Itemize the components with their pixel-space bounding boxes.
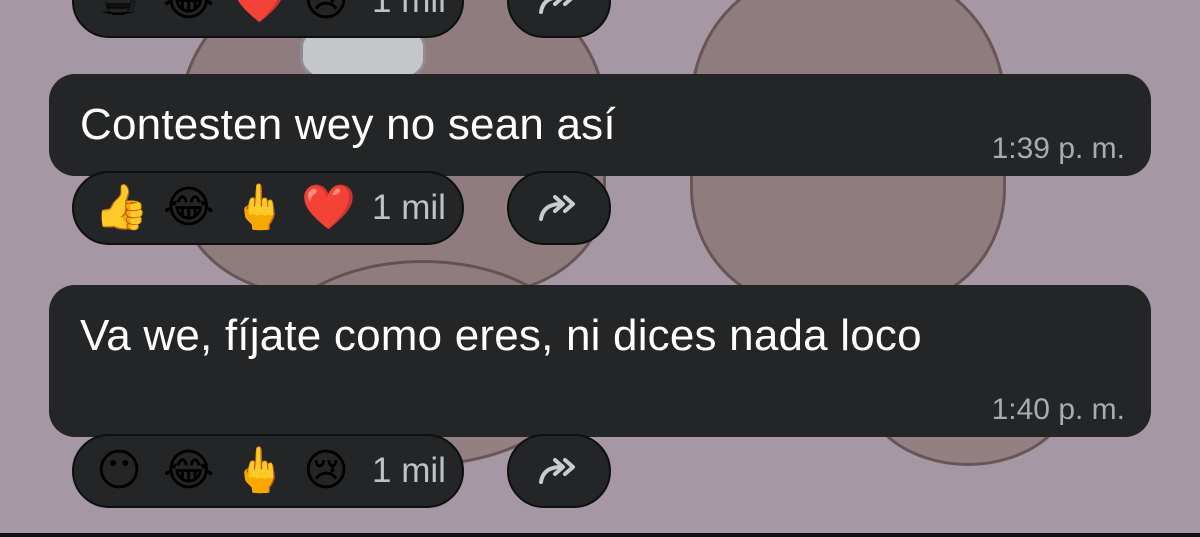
forward-share-icon [539, 0, 573, 14]
forward-share-icon [539, 195, 575, 221]
forward-share-icon [539, 458, 575, 484]
message-bubble[interactable]: Contesten wey no sean así 1:39 p. m. [49, 74, 1151, 176]
share-button[interactable] [507, 171, 611, 245]
reaction-bar[interactable]: 👍 😂 🖕 ❤️ 1 mil [72, 171, 464, 245]
reaction-thumbs-up-icon[interactable]: 👍 [94, 186, 149, 230]
reaction-coffee-icon[interactable]: ☕ [94, 0, 144, 23]
reaction-middle-finger-icon[interactable]: 🖕 [232, 186, 287, 230]
message-timestamp: 1:40 p. m. [991, 393, 1125, 426]
reaction-heart-icon[interactable]: ❤️ [232, 0, 287, 23]
reaction-count: 1 mil [372, 451, 446, 490]
reaction-count: 1 mil [372, 188, 446, 227]
reaction-laughing-icon[interactable]: 😂 [163, 186, 214, 230]
message-text: Va we, fíjate como eres, ni dices nada l… [80, 311, 922, 360]
reaction-heart-icon[interactable]: ❤️ [301, 186, 356, 230]
reaction-count: 1 mil [372, 0, 446, 20]
message-timestamp: 1:39 p. m. [991, 132, 1125, 165]
reaction-bar[interactable]: ☕ 😂 ❤️ 😢 1 mil [72, 0, 464, 38]
reaction-bar[interactable]: 😶 😂 🖕 😢 1 mil [72, 434, 464, 508]
reaction-no-mouth-face-icon[interactable]: 😶 [94, 449, 144, 493]
reaction-middle-finger-icon[interactable]: 🖕 [232, 449, 287, 493]
message-text: Contesten wey no sean así [80, 100, 616, 149]
share-button[interactable] [507, 434, 611, 508]
message-bubble[interactable]: Va we, fíjate como eres, ni dices nada l… [49, 285, 1151, 437]
reaction-crying-icon[interactable]: 😢 [301, 0, 351, 23]
reaction-crying-icon[interactable]: 😢 [301, 449, 351, 493]
reaction-laughing-icon[interactable]: 😂 [163, 449, 214, 493]
screen-bottom-edge [0, 533, 1200, 537]
reaction-laughing-icon[interactable]: 😂 [163, 0, 214, 23]
